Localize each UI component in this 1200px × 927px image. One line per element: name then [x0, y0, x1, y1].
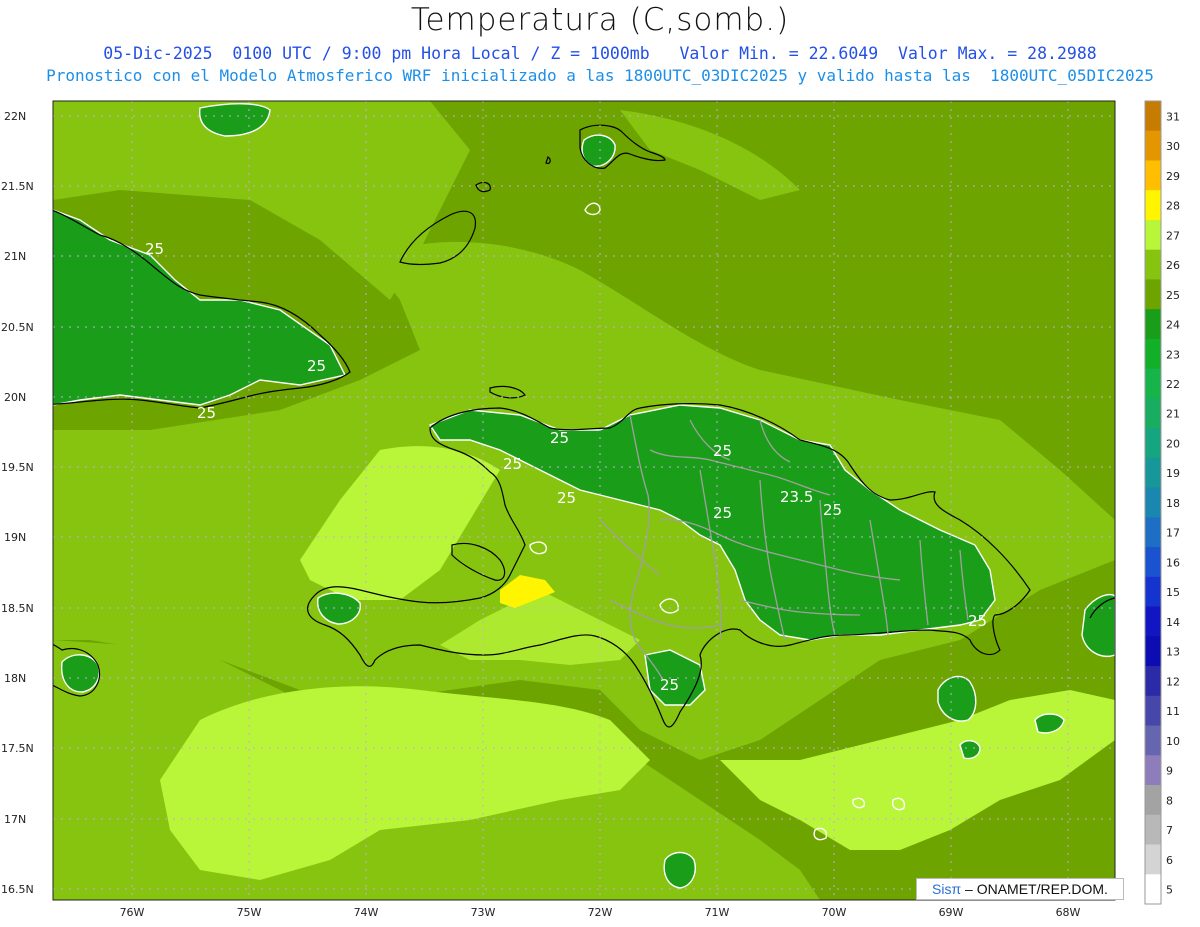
lat-tick-label: 20.5N [1, 321, 34, 334]
colorbar-label: 19 [1166, 467, 1180, 480]
colorbar-label: 21 [1166, 408, 1180, 421]
contour-label: 25 [197, 404, 216, 422]
contour-label: 25 [660, 676, 679, 694]
colorbar-swatch [1145, 755, 1161, 786]
colorbar: 31 30 29 28 27 26 25 24 23 22 21 20 19 18 17 16 15 14 13 12… [1144, 100, 1180, 905]
lat-tick-label: 22N [4, 110, 26, 123]
lat-tick-label: 17N [4, 813, 26, 826]
lat-tick-label: 21.5N [1, 180, 34, 193]
colorbar-swatch [1145, 160, 1161, 191]
lon-tick-label: 75W [237, 906, 262, 919]
colorbar-swatch [1145, 101, 1161, 132]
lat-tick-label: 19.5N [1, 461, 34, 474]
colorbar-label: 28 [1166, 200, 1180, 213]
colorbar-label: 14 [1166, 616, 1180, 629]
contour-label: 25 [823, 501, 842, 519]
colorbar-swatch [1145, 279, 1161, 310]
colorbar-swatch [1145, 309, 1161, 340]
colorbar-swatch [1145, 725, 1161, 756]
colorbar-label: 10 [1166, 735, 1180, 748]
colorbar-label: 18 [1166, 497, 1180, 510]
colorbar-swatch [1145, 220, 1161, 251]
colorbar-swatch [1145, 606, 1161, 637]
colorbar-swatch [1145, 695, 1161, 726]
colorbar-swatch [1145, 457, 1161, 489]
colorbar-label: 31 [1166, 110, 1180, 123]
contour-label: 25 [713, 442, 732, 460]
colorbar-swatch [1145, 874, 1161, 905]
contour-label: 25 [503, 455, 522, 473]
contour-label: 25 [713, 504, 732, 522]
colorbar-label: 7 [1166, 824, 1173, 837]
colorbar-label: 17 [1166, 527, 1180, 540]
colorbar-label: 20 [1166, 438, 1180, 451]
lat-tick-label: 18.5N [1, 602, 34, 615]
colorbar-swatch [1145, 368, 1161, 399]
lat-tick-label: 18N [4, 672, 26, 685]
colorbar-label: 11 [1166, 705, 1180, 718]
colorbar-label: 26 [1166, 259, 1180, 272]
lon-tick-label: 70W [822, 906, 847, 919]
colorbar-swatch [1145, 666, 1161, 697]
latitude-axis: 22N 21.5N 21N 20.5N 20N 19.5N 19N 18.5N … [1, 110, 34, 896]
colorbar-label: 15 [1166, 586, 1180, 599]
lat-tick-label: 20N [4, 391, 26, 404]
colorbar-label: 27 [1166, 229, 1180, 242]
sispi-logo: Sisπ [932, 881, 962, 897]
lat-tick-label: 17.5N [1, 742, 34, 755]
colorbar-label: 30 [1166, 140, 1180, 153]
colorbar-label: 25 [1166, 289, 1180, 302]
contour-label: 25 [307, 357, 326, 375]
lon-tick-label: 68W [1056, 906, 1081, 919]
colorbar-label: 13 [1166, 646, 1180, 659]
colorbar-swatch [1145, 190, 1161, 221]
lat-tick-label: 19N [4, 531, 26, 544]
colorbar-swatch [1145, 398, 1161, 429]
lon-tick-label: 73W [471, 906, 496, 919]
colorbar-swatch [1145, 636, 1161, 667]
colorbar-swatch [1145, 547, 1161, 578]
colorbar-label: 24 [1166, 319, 1180, 332]
contour-label: 25 [968, 612, 987, 630]
colorbar-label: 9 [1166, 765, 1173, 778]
lat-tick-label: 16.5N [1, 883, 34, 896]
colorbar-label: 12 [1166, 675, 1180, 688]
colorbar-label: 23 [1166, 348, 1180, 361]
colorbar-swatch [1145, 487, 1161, 518]
colorbar-label: 6 [1166, 854, 1173, 867]
lon-tick-label: 71W [705, 906, 730, 919]
colorbar-swatch [1145, 814, 1161, 845]
lon-tick-label: 74W [354, 906, 379, 919]
colorbar-swatch [1145, 517, 1161, 548]
colorbar-swatch [1145, 785, 1161, 816]
lon-tick-label: 72W [588, 906, 613, 919]
temperature-map: 25 25 25 25 25 25 25 23.5 25 25 25 25 22… [1, 100, 1180, 919]
colorbar-label: 5 [1166, 884, 1173, 897]
colorbar-swatch [1145, 428, 1161, 459]
colorbar-swatch [1145, 130, 1161, 161]
lon-tick-label: 76W [120, 906, 145, 919]
lon-tick-label: 69W [939, 906, 964, 919]
contour-label: 25 [145, 240, 164, 258]
colorbar-label: 29 [1166, 170, 1180, 183]
colorbar-swatch [1145, 576, 1161, 608]
contour-label: 25 [550, 429, 569, 447]
colorbar-swatch [1145, 338, 1161, 370]
lat-tick-label: 21N [4, 250, 26, 263]
credit-box: Sisπ – ONAMET/REP.DOM. [916, 878, 1124, 900]
colorbar-label: 8 [1166, 794, 1173, 807]
colorbar-label: 16 [1166, 556, 1180, 569]
colorbar-swatch [1145, 249, 1161, 280]
contour-label: 25 [557, 489, 576, 507]
contour-label: 23.5 [780, 488, 813, 506]
colorbar-swatch [1145, 844, 1161, 875]
credit-org: – ONAMET/REP.DOM. [961, 881, 1108, 897]
colorbar-label: 22 [1166, 378, 1180, 391]
longitude-axis: 76W 75W 74W 73W 72W 71W 70W 69W 68W [120, 906, 1081, 919]
